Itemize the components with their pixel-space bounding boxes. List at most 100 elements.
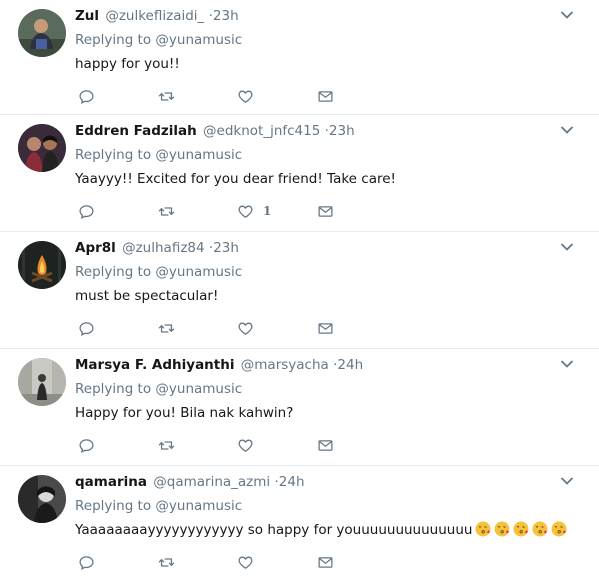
tweet-actions bbox=[75, 435, 375, 455]
reply-tweet[interactable]: Marsya F. Adhiyanthi @marsyacha ·24h Rep… bbox=[0, 349, 599, 466]
reply-tweet[interactable]: Zul @zulkeflizaidi_ ·23h Replying to @yu… bbox=[0, 0, 599, 115]
heart-icon bbox=[238, 439, 253, 452]
tweet-actions bbox=[75, 86, 375, 106]
face-blowing-kiss-emoji bbox=[513, 521, 529, 537]
tweet-text-body: Yaaaaaaaayyyyyyyyyyyy so happy for youuu… bbox=[75, 522, 473, 538]
reply-button[interactable] bbox=[78, 435, 95, 455]
like-button[interactable]: 1 bbox=[237, 201, 271, 221]
avatar[interactable] bbox=[18, 9, 66, 57]
replying-to: Replying to @yunamusic bbox=[75, 496, 599, 516]
retweet-button[interactable] bbox=[158, 201, 175, 221]
more-options-caret[interactable] bbox=[560, 476, 574, 486]
chevron-down-icon bbox=[560, 126, 574, 134]
replying-handle-link[interactable]: @yunamusic bbox=[155, 381, 242, 397]
heart-icon bbox=[238, 322, 253, 335]
replying-prefix: Replying to bbox=[75, 498, 152, 514]
tweet-header: qamarina @qamarina_azmi ·24h bbox=[75, 472, 599, 492]
reply-button[interactable] bbox=[78, 318, 95, 338]
replying-prefix: Replying to bbox=[75, 381, 152, 397]
username[interactable]: @zulkeflizaidi_ bbox=[105, 8, 204, 24]
direct-message-button[interactable] bbox=[317, 201, 334, 221]
chevron-down-icon bbox=[560, 360, 574, 368]
direct-message-button[interactable] bbox=[317, 86, 334, 106]
fullname[interactable]: Marsya F. Adhiyanthi bbox=[75, 357, 234, 373]
retweet-button[interactable] bbox=[158, 435, 175, 455]
username[interactable]: @qamarina_azmi bbox=[153, 474, 270, 490]
envelope-icon bbox=[318, 439, 333, 451]
more-options-caret[interactable] bbox=[560, 10, 574, 20]
more-options-caret[interactable] bbox=[560, 242, 574, 252]
reply-icon bbox=[79, 204, 94, 219]
chevron-down-icon bbox=[560, 11, 574, 19]
retweet-button[interactable] bbox=[158, 552, 175, 572]
reply-icon bbox=[79, 321, 94, 336]
tweet-actions bbox=[75, 318, 375, 338]
replying-to: Replying to @yunamusic bbox=[75, 145, 599, 165]
tweet-actions: 1 bbox=[75, 201, 375, 221]
avatar[interactable] bbox=[18, 475, 66, 523]
retweet-button[interactable] bbox=[158, 318, 175, 338]
fullname[interactable]: qamarina bbox=[75, 474, 147, 490]
reply-icon bbox=[79, 555, 94, 570]
direct-message-button[interactable] bbox=[317, 318, 334, 338]
direct-message-button[interactable] bbox=[317, 435, 334, 455]
replying-to: Replying to @yunamusic bbox=[75, 379, 599, 399]
username[interactable]: @marsyacha bbox=[241, 357, 329, 373]
reply-tweet[interactable]: Eddren Fadzilah @edknot_jnfc415 ·23h Rep… bbox=[0, 115, 599, 232]
face-blowing-kiss-emoji bbox=[551, 521, 567, 537]
fullname[interactable]: Zul bbox=[75, 8, 99, 24]
replying-handle-link[interactable]: @yunamusic bbox=[155, 264, 242, 280]
tweet-text: Yaaaaaaaayyyyyyyyyyyy so happy for youuu… bbox=[75, 520, 599, 540]
tweet-text: Happy for you! Bila nak kahwin? bbox=[75, 405, 294, 421]
retweet-icon bbox=[158, 323, 175, 333]
fullname[interactable]: Apr8l bbox=[75, 240, 116, 256]
timestamp[interactable]: 23h bbox=[213, 240, 239, 256]
username[interactable]: @zulhafiz84 bbox=[122, 240, 205, 256]
reply-button[interactable] bbox=[78, 201, 95, 221]
like-button[interactable] bbox=[237, 435, 263, 455]
chevron-down-icon bbox=[560, 243, 574, 251]
reply-tweet[interactable]: qamarina @qamarina_azmi ·24h Replying to… bbox=[0, 466, 599, 583]
more-options-caret[interactable] bbox=[560, 125, 574, 135]
timestamp[interactable]: 23h bbox=[329, 123, 355, 139]
face-blowing-kiss-emoji bbox=[494, 521, 510, 537]
like-button[interactable] bbox=[237, 552, 263, 572]
tweet-content: Eddren Fadzilah @edknot_jnfc415 ·23h Rep… bbox=[75, 121, 599, 219]
replying-handle-link[interactable]: @yunamusic bbox=[155, 498, 242, 514]
heart-icon bbox=[238, 90, 253, 103]
fullname[interactable]: Eddren Fadzilah bbox=[75, 123, 197, 139]
replying-prefix: Replying to bbox=[75, 147, 152, 163]
envelope-icon bbox=[318, 322, 333, 334]
replying-handle-link[interactable]: @yunamusic bbox=[155, 32, 242, 48]
like-button[interactable] bbox=[237, 318, 263, 338]
avatar[interactable] bbox=[18, 358, 66, 406]
face-blowing-kiss-emoji bbox=[475, 521, 491, 537]
avatar[interactable] bbox=[18, 241, 66, 289]
replying-prefix: Replying to bbox=[75, 32, 152, 48]
retweet-icon bbox=[158, 557, 175, 567]
replying-prefix: Replying to bbox=[75, 264, 152, 280]
reply-button[interactable] bbox=[78, 86, 95, 106]
envelope-icon bbox=[318, 90, 333, 102]
retweet-button[interactable] bbox=[158, 86, 175, 106]
timestamp[interactable]: 24h bbox=[279, 474, 305, 490]
like-button[interactable] bbox=[237, 86, 263, 106]
replying-handle-link[interactable]: @yunamusic bbox=[155, 147, 242, 163]
replying-to: Replying to @yunamusic bbox=[75, 30, 599, 50]
tweet-actions bbox=[75, 552, 375, 572]
reply-button[interactable] bbox=[78, 552, 95, 572]
more-options-caret[interactable] bbox=[560, 359, 574, 369]
chevron-down-icon bbox=[560, 477, 574, 485]
username[interactable]: @edknot_jnfc415 bbox=[203, 123, 320, 139]
heart-icon bbox=[238, 556, 253, 569]
avatar[interactable] bbox=[18, 124, 66, 172]
reply-tweet[interactable]: Apr8l @zulhafiz84 ·23h Replying to @yuna… bbox=[0, 232, 599, 349]
tweet-header: Zul @zulkeflizaidi_ ·23h bbox=[75, 6, 599, 26]
timestamp[interactable]: 24h bbox=[337, 357, 363, 373]
tweet-text: must be spectacular! bbox=[75, 288, 219, 304]
tweet-header: Eddren Fadzilah @edknot_jnfc415 ·23h bbox=[75, 121, 599, 141]
direct-message-button[interactable] bbox=[317, 552, 334, 572]
timestamp[interactable]: 23h bbox=[213, 8, 239, 24]
tweet-text: happy for you!! bbox=[75, 56, 180, 72]
like-count: 1 bbox=[263, 204, 272, 218]
